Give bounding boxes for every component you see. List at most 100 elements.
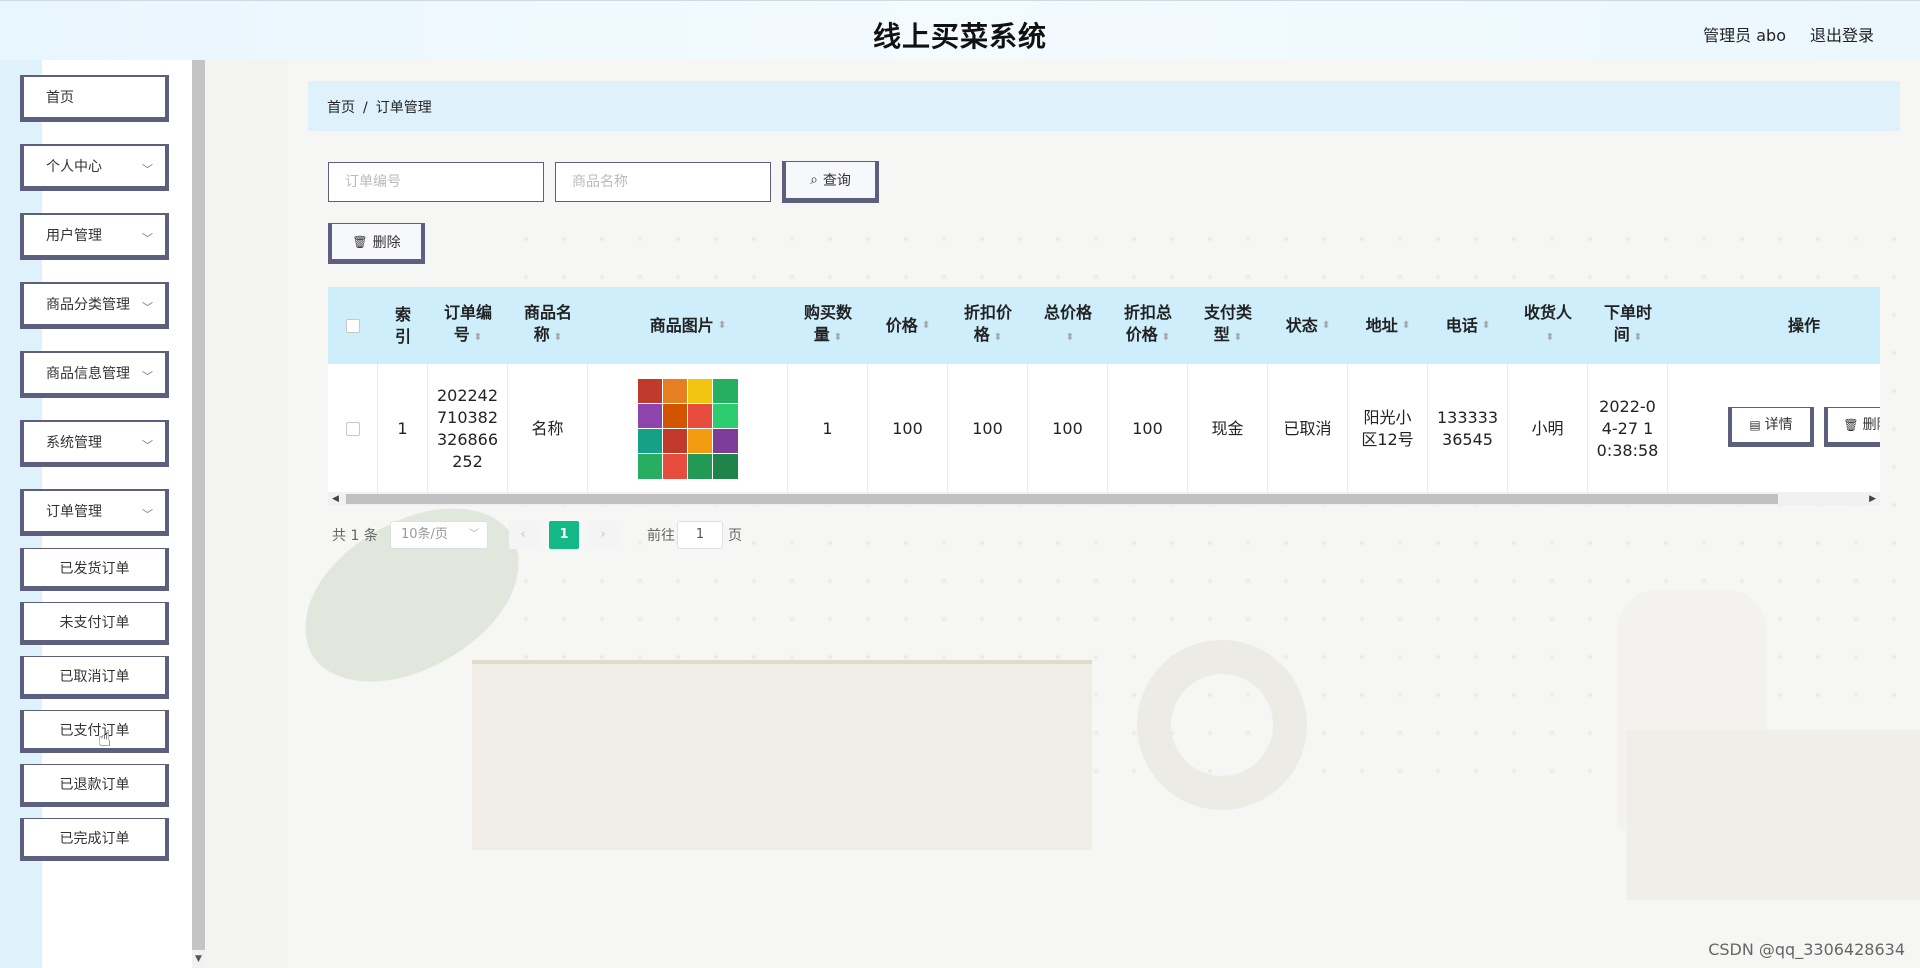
column-header-pay-type[interactable]: 支付类型 ⬍ (1188, 287, 1268, 364)
sort-icon: ⬍ (553, 332, 563, 343)
sidebar-item-product-management[interactable]: 商品信息管理 ﹀ (20, 351, 169, 398)
sidebar-scrollbar[interactable] (192, 60, 205, 968)
chevron-down-icon: ﹀ (469, 529, 479, 540)
app-title: 线上买菜系统 (872, 20, 1047, 53)
page-size-value: 10条/页 (401, 527, 448, 542)
sidebar-item-label: 个人中心 (46, 159, 102, 175)
sidebar-subitem-paid-orders[interactable]: 已支付订单 (20, 710, 169, 753)
batch-delete-button[interactable]: 🗑 删除 (328, 223, 425, 264)
cell-status: 已取消 (1268, 364, 1348, 493)
table-header: 索引 订单编号 ⬍ 商品名称 ⬍ 商品图片 ⬍ 购买数量 ⬍ 价格 ⬍ 折扣价格 ⬍ 总价格… (328, 287, 1880, 364)
chevron-down-icon: ﹀ (142, 232, 153, 245)
product-name-input[interactable]: 商品名称 (555, 162, 771, 202)
sidebar-item-home[interactable]: 首页 (20, 75, 169, 122)
sidebar-item-category-management[interactable]: 商品分类管理 ﹀ (20, 282, 169, 329)
query-button[interactable]: ⌕ 查询 (782, 161, 879, 203)
tray-decoration (472, 660, 1092, 850)
goto-page-input[interactable]: 1 (677, 521, 723, 549)
column-header-order-no[interactable]: 订单编号 ⬍ (428, 287, 508, 364)
sort-icon: ⬍ (1633, 332, 1643, 343)
page-size-select[interactable]: 10条/页 ﹀ (390, 521, 488, 549)
sort-icon: ⬍ (1065, 332, 1075, 343)
sidebar-item-order-management[interactable]: 订单管理 ﹀ (20, 489, 169, 536)
column-header-price[interactable]: 价格 ⬍ (868, 287, 948, 364)
sidebar-subitem-unpaid-orders[interactable]: 未支付订单 (20, 602, 169, 645)
row-checkbox[interactable] (345, 421, 360, 436)
sidebar-subitem-refunded-orders[interactable]: 已退款订单 (20, 764, 169, 807)
order-number-input[interactable]: 订单编号 (328, 162, 544, 202)
column-header-phone[interactable]: 电话 ⬍ (1428, 287, 1508, 364)
column-header-discount-price[interactable]: 折扣价格 ⬍ (948, 287, 1028, 364)
sidebar-subitem-cancelled-orders[interactable]: 已取消订单 (20, 656, 169, 699)
column-header-product-image[interactable]: 商品图片 ⬍ (588, 287, 788, 364)
cell-quantity: 1 (788, 364, 868, 493)
document-icon: ▤ (1749, 418, 1761, 432)
detail-button-label: 详情 (1764, 417, 1793, 433)
pointer-hand-icon: ☝ (98, 727, 112, 752)
query-button-label: 查询 (822, 173, 851, 189)
cell-order-no: 202242 710382 326866 252 (428, 364, 508, 493)
sidebar-item-label: 首页 (46, 90, 74, 106)
sort-icon: ⬍ (921, 319, 931, 331)
column-header-status[interactable]: 状态 ⬍ (1268, 287, 1348, 364)
sidebar-item-personal-center[interactable]: 个人中心 ﹀ (20, 144, 169, 191)
sidebar-item-system-management[interactable]: 系统管理 ﹀ (20, 420, 169, 467)
sidebar-item-user-management[interactable]: 用户管理 ﹀ (20, 213, 169, 260)
ring-decoration (1137, 640, 1307, 810)
select-all-checkbox[interactable] (346, 318, 360, 333)
product-thumbnail[interactable] (637, 378, 738, 479)
sort-icon: ⬍ (1161, 332, 1171, 343)
sort-icon: ⬍ (833, 332, 843, 343)
logout-link[interactable]: 退出登录 (1810, 22, 1874, 46)
chevron-down-icon: ﹀ (142, 301, 153, 314)
detail-button[interactable]: ▤ 详情 (1728, 407, 1814, 447)
search-icon: ⌕ (810, 172, 818, 188)
sidebar-subitem-completed-orders[interactable]: 已完成订单 (20, 818, 169, 861)
table-horizontal-scrollbar[interactable]: ◀ ▶ (328, 492, 1880, 506)
sort-icon: ⬍ (717, 319, 727, 331)
next-page-button[interactable]: › (589, 521, 617, 549)
scroll-right-arrow-icon[interactable]: ▶ (1869, 492, 1876, 506)
cell-total-price: 100 (1028, 364, 1108, 493)
column-header-address[interactable]: 地址 ⬍ (1348, 287, 1428, 364)
chevron-down-icon: ﹀ (142, 439, 153, 452)
row-delete-label: 删除 (1862, 417, 1880, 433)
breadcrumb-separator: / (363, 100, 368, 116)
sidebar-subitem-label: 已退款订单 (59, 776, 130, 793)
column-header-product-name[interactable]: 商品名称 ⬍ (508, 287, 588, 364)
column-header-order-time[interactable]: 下单时间 ⬍ (1588, 287, 1668, 364)
sort-icon: ⬍ (1545, 332, 1555, 343)
scrollbar-thumb[interactable] (346, 494, 1778, 504)
page-number-button[interactable]: 1 (549, 521, 579, 549)
sidebar-subitem-label: 已支付订单 (59, 722, 130, 739)
cell-product-image (588, 364, 788, 493)
cell-product-name: 名称 (508, 364, 588, 493)
sort-icon: ⬍ (1233, 332, 1243, 343)
scroll-left-arrow-icon[interactable]: ◀ (332, 492, 339, 506)
breadcrumb-bar: 首页 / 订单管理 (308, 81, 1900, 131)
row-select-cell (328, 364, 378, 493)
scroll-down-arrow-icon[interactable]: ▼ (192, 950, 205, 968)
prev-page-button[interactable]: ‹ (509, 521, 537, 549)
breadcrumb-home[interactable]: 首页 (327, 100, 355, 116)
column-header-quantity[interactable]: 购买数量 ⬍ (788, 287, 868, 364)
chevron-down-icon: ﹀ (142, 508, 153, 521)
cell-phone: 133333 36545 (1428, 364, 1508, 493)
column-header-actions: 操作 (1787, 315, 1820, 335)
column-header-index: 索引 (394, 304, 411, 346)
cell-receiver: 小明 (1508, 364, 1588, 493)
sort-icon: ⬍ (473, 332, 483, 343)
sidebar-subitem-shipped-orders[interactable]: 已发货订单 (20, 548, 169, 591)
cell-index: 1 (378, 364, 428, 493)
sidebar-item-label: 商品信息管理 (46, 366, 130, 382)
column-header-receiver[interactable]: 收货人 ⬍ (1508, 287, 1588, 364)
current-user: 管理员 abo (1703, 26, 1786, 45)
sidebar-item-label: 订单管理 (46, 504, 102, 520)
pagination-total: 共 1 条 (332, 528, 378, 544)
row-delete-button[interactable]: 🗑 删除 (1824, 407, 1880, 447)
sidebar-subitem-label: 未支付订单 (59, 614, 130, 631)
select-all-cell (328, 287, 378, 364)
column-header-total-price[interactable]: 总价格 ⬍ (1028, 287, 1108, 364)
column-header-discount-total[interactable]: 折扣总 价格 ⬍ (1108, 287, 1188, 364)
chevron-down-icon: ﹀ (142, 370, 153, 383)
